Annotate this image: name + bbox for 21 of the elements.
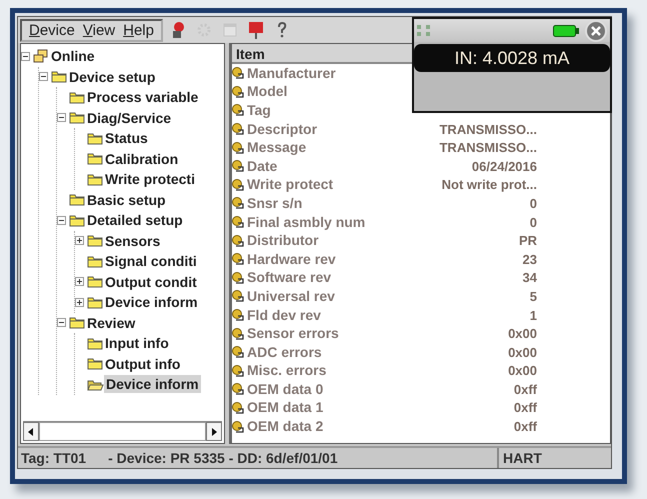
item-value: TRANSMISSO... bbox=[439, 139, 537, 156]
item-value: 23 bbox=[522, 250, 537, 268]
item-value: 34 bbox=[522, 269, 537, 286]
item-value: PR bbox=[518, 232, 537, 250]
item-value: 0xff bbox=[514, 418, 537, 436]
item-value: 0 bbox=[530, 214, 537, 231]
item-value: 1 bbox=[530, 306, 537, 324]
reading-display: IN: 4.0028 mA bbox=[414, 44, 610, 72]
item-value: 0xff bbox=[514, 380, 537, 398]
item-value: 0xff bbox=[514, 399, 537, 416]
item-value: 0x00 bbox=[508, 344, 537, 361]
item-value: 5 bbox=[530, 288, 537, 305]
item-value: Not write prot... bbox=[442, 176, 537, 194]
item-value: 0x00 bbox=[508, 325, 537, 342]
item-value: 0 bbox=[530, 194, 537, 212]
device-text: - Device: PR 5335 - DD: 6d/ef/01/01 bbox=[108, 449, 338, 468]
item-value: TRANSMISSO... bbox=[439, 120, 537, 138]
tag-text: Tag: TT01 bbox=[21, 449, 86, 468]
item-value: 0x00 bbox=[508, 362, 537, 380]
protocol-text: HART bbox=[502, 449, 543, 468]
item-value: 06/24/2016 bbox=[472, 158, 537, 175]
